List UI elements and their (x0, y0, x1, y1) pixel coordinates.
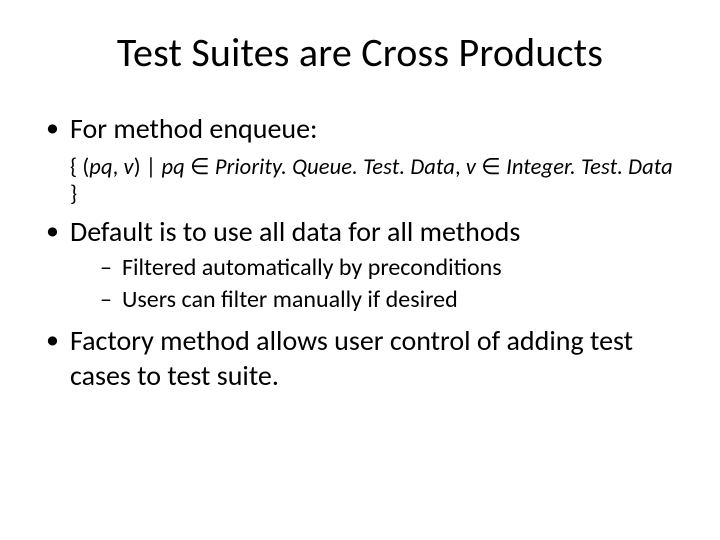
set-bar: | (146, 154, 162, 181)
set-v2: v (466, 154, 481, 181)
sub-bullet-1: Filtered automatically by preconditions (100, 253, 680, 283)
bullet-list: For method enqueue: { (pq, v) | pq ∈ Pri… (40, 111, 680, 393)
set-class2: Integer. Test. Data (506, 154, 673, 181)
set-in2: ∈ (481, 154, 506, 181)
set-open: { ( (70, 154, 89, 181)
bullet1-suffix: : (310, 111, 318, 146)
set-close-pair: ) (134, 154, 146, 181)
set-comma1: , (113, 154, 124, 181)
set-comma2: , (455, 154, 466, 181)
set-pq2: pq (161, 154, 190, 181)
set-expression: { (pq, v) | pq ∈ Priority. Queue. Test. … (44, 154, 680, 208)
sub-bullet-2: Users can filter manually if desired (100, 285, 680, 315)
sub-bullet-1-text: Filtered automatically by preconditions (122, 253, 502, 282)
bullet-item-2: Default is to use all data for all metho… (44, 214, 680, 315)
bullet3-text: Factory method allows user control of ad… (70, 323, 633, 393)
set-in1: ∈ (190, 154, 215, 181)
set-end: } (70, 181, 77, 208)
sub-bullet-list: Filtered automatically by preconditions … (70, 253, 680, 315)
sub-bullet-2-text: Users can filter manually if desired (122, 285, 458, 314)
bullet-item-3: Factory method allows user control of ad… (44, 323, 680, 393)
slide-title: Test Suites are Cross Products (40, 28, 680, 77)
set-class1: Priority. Queue. Test. Data (215, 154, 455, 181)
bullet1-prefix: For method (70, 111, 209, 146)
set-var-v: v (124, 154, 134, 181)
bullet1-method: enqueue (209, 111, 310, 146)
bullet2-text: Default is to use all data for all metho… (70, 214, 520, 249)
set-var-pq: pq (89, 154, 112, 181)
bullet-item-1: For method enqueue: (44, 111, 680, 146)
slide: Test Suites are Cross Products For metho… (0, 0, 720, 540)
